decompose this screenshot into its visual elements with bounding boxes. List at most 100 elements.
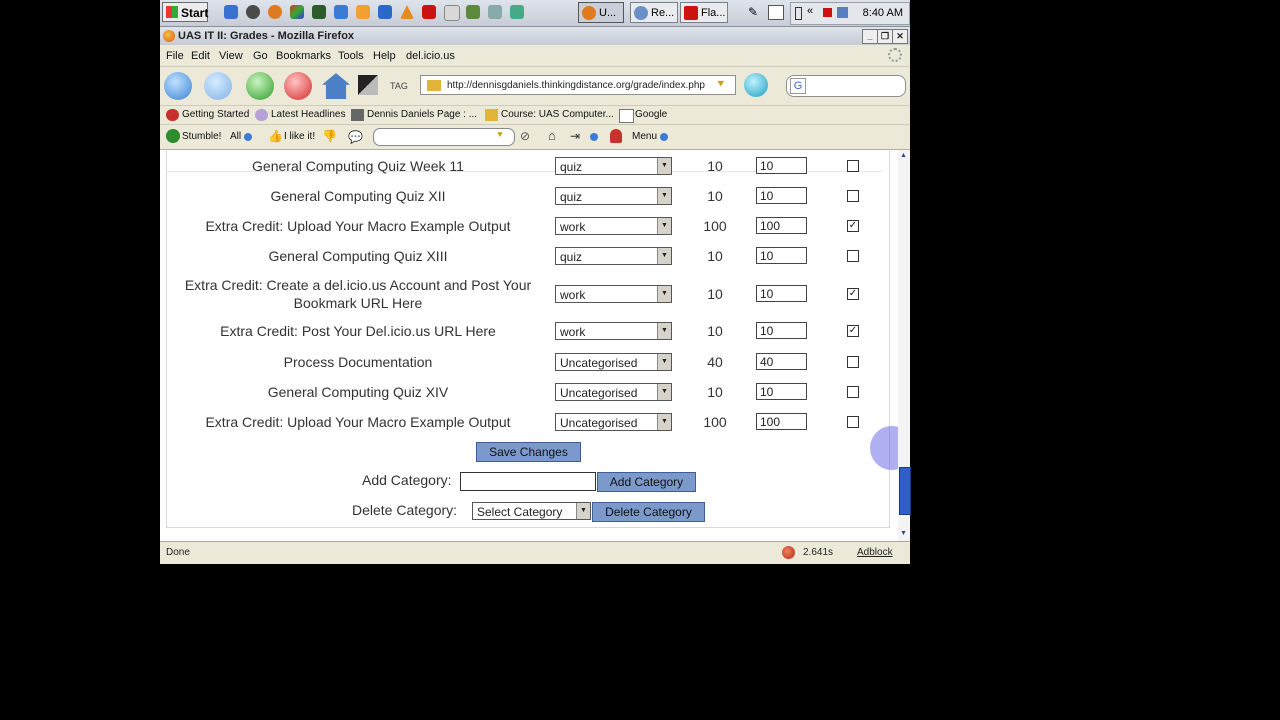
menu-delicious[interactable]: del.icio.us [406,50,455,62]
menu-bookmarks[interactable]: Bookmarks [276,50,331,62]
stumble-all-dropdown[interactable]: All [230,131,241,142]
start-button[interactable]: Start [162,2,208,22]
points-input[interactable]: 40 [756,353,807,370]
app4-quicklaunch-icon[interactable] [488,5,502,19]
menu-view[interactable]: View [219,50,243,62]
vertical-scrollbar[interactable]: ▲ ▼ [898,150,911,541]
save-changes-button[interactable]: Save Changes [476,442,581,462]
close-button[interactable]: ✕ [892,29,908,44]
go-icon[interactable] [744,73,768,97]
menu-edit[interactable]: Edit [191,50,210,62]
monitor-icon[interactable] [768,5,784,20]
stop-icon[interactable] [284,72,312,100]
scroll-down-icon[interactable]: ▼ [900,530,907,537]
google-icon[interactable]: G [790,78,806,94]
home-icon[interactable]: ⌂ [548,128,556,143]
scroll-up-icon[interactable]: ▲ [900,152,907,159]
share-icon[interactable]: ⇥ [570,129,580,143]
stumble-search-input[interactable] [373,128,515,146]
category-select[interactable]: quiz ▼ [555,247,672,265]
stumble-menu-button[interactable]: Menu [632,131,657,142]
category-select[interactable]: Uncategorised ▼ [555,383,672,401]
category-select[interactable]: work ▼ [555,285,672,303]
i-like-it-button[interactable]: I like it! [284,131,315,142]
acrobat-quicklaunch-icon[interactable] [422,5,436,19]
dropdown-arrow-icon[interactable]: ⯆ [496,130,504,141]
delicious-icon[interactable] [358,75,378,95]
bookmark-latest-headlines[interactable]: Latest Headlines [255,109,346,121]
network-icon[interactable] [837,7,848,18]
points-input[interactable]: 10 [756,157,807,174]
forward-icon[interactable] [204,72,232,100]
minimize-button[interactable]: _ [862,29,878,44]
extra-credit-checkbox[interactable]: ✓ [847,220,859,232]
category-select[interactable]: Uncategorised ▼ [555,413,672,431]
delete-category-select[interactable]: Select Category ▼ [472,502,591,520]
extra-credit-checkbox[interactable] [847,250,859,262]
app3-quicklaunch-icon[interactable] [466,5,480,19]
category-select[interactable]: Uncategorised ▼ [555,353,672,371]
extra-credit-checkbox[interactable] [847,356,859,368]
points-input[interactable]: 100 [756,217,807,234]
category-select[interactable]: work ▼ [555,217,672,235]
points-input[interactable]: 10 [756,187,807,204]
tray-expand-arrows[interactable]: « [807,5,813,17]
app2-quicklaunch-icon[interactable] [356,5,370,19]
tag-icon[interactable]: ⊘ [520,129,530,143]
category-select[interactable]: work ▼ [555,322,672,340]
bookmark-dennis-daniels[interactable]: Dennis Daniels Page : ... [351,109,477,121]
maximize-button[interactable]: ❐ [877,29,893,44]
points-input[interactable]: 10 [756,383,807,400]
app-quicklaunch-icon[interactable] [312,5,326,19]
extra-credit-checkbox[interactable] [847,416,859,428]
comment-icon[interactable]: 💬 [348,130,363,144]
search-input[interactable]: G [786,75,906,97]
points-input[interactable]: 10 [756,322,807,339]
stumble-button[interactable]: Stumble! [182,131,221,142]
category-select[interactable]: quiz ▼ [555,187,672,205]
picasa-quicklaunch-icon[interactable] [290,5,304,19]
record-icon[interactable] [823,8,832,17]
points-input[interactable]: 100 [756,413,807,430]
bookmark-google[interactable]: Google [619,109,667,123]
ie2-quicklaunch-icon[interactable] [378,5,392,19]
taskbar-item-flash[interactable]: Fla... [680,2,728,23]
thunderbird-quicklaunch-icon[interactable] [334,5,348,19]
add-category-input[interactable] [460,472,596,491]
ie-quicklaunch-icon[interactable] [224,5,238,19]
media-player-quicklaunch-icon[interactable] [246,5,260,19]
thumbs-down-icon[interactable]: 👎 [322,129,337,143]
dropdown-arrow-icon[interactable]: ⯆ [716,77,726,92]
adblock-link[interactable]: Adblock [857,547,893,558]
bookmark-course[interactable]: Course: UAS Computer... [485,109,614,121]
menu-file[interactable]: File [166,50,184,62]
url-bar[interactable]: http://dennisgdaniels.thinkingdistance.o… [420,75,736,95]
vlc-quicklaunch-icon[interactable] [400,5,414,19]
scrollbar-thumb[interactable] [899,467,911,515]
extra-credit-checkbox[interactable] [847,190,859,202]
firefox-quicklaunch-icon[interactable] [268,5,282,19]
extra-credit-checkbox[interactable]: ✓ [847,325,859,337]
bookmark-getting-started[interactable]: Getting Started [166,109,249,121]
taskbar-item-firefox[interactable]: U... [578,2,624,23]
menu-help[interactable]: Help [373,50,396,62]
thumbs-up-icon[interactable]: 👍 [268,129,283,143]
back-icon[interactable] [164,72,192,100]
menu-tools[interactable]: Tools [338,50,364,62]
taskbar-item-reply[interactable]: Re... [630,2,678,23]
points-input[interactable]: 10 [756,247,807,264]
add-category-button[interactable]: Add Category [597,472,696,492]
delete-category-button[interactable]: Delete Category [592,502,705,522]
reload-icon[interactable] [246,72,274,100]
points-input[interactable]: 10 [756,285,807,302]
firebug-icon[interactable] [782,546,795,559]
category-select[interactable]: quiz ▼ [555,157,672,175]
extra-credit-checkbox[interactable] [847,160,859,172]
home-icon[interactable] [322,73,350,99]
notepad-quicklaunch-icon[interactable] [444,5,460,21]
pen-icon[interactable]: ✎ [748,5,762,19]
extra-credit-checkbox[interactable]: ✓ [847,288,859,300]
menu-go[interactable]: Go [253,50,268,62]
tag-icon[interactable]: TAG [390,81,408,91]
app5-quicklaunch-icon[interactable] [510,5,524,19]
